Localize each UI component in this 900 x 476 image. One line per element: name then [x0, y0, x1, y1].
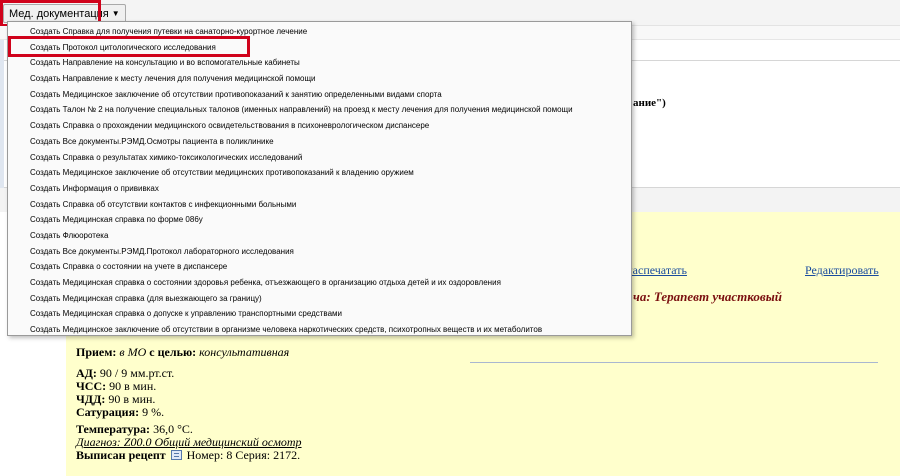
menu-item-narcotics-conclusion[interactable]: Создать Медицинское заключение об отсутс… — [8, 322, 631, 338]
purpose-label: с целью: — [149, 345, 197, 359]
prescription-value: Номер: 8 Серия: 2172. — [186, 448, 301, 462]
menu-item-driving-certificate[interactable]: Создать Медицинская справка о допуске к … — [8, 306, 631, 322]
reception-place: в МО — [119, 345, 147, 359]
rr-value: 90 в мин. — [108, 392, 156, 406]
menu-item-abroad-certificate[interactable]: Создать Медицинская справка (для выезжаю… — [8, 291, 631, 307]
highlight-box-cytology-item — [8, 36, 250, 57]
temperature-value: 36,0 °С. — [153, 422, 193, 436]
purpose-value: консультативная — [199, 345, 290, 359]
prescription-edit-icon[interactable] — [170, 450, 182, 460]
diagnosis-link[interactable]: Диагноз: Z00.0 Общий медицинский осмотр — [76, 435, 302, 449]
med-documentation-dropdown: Создать Справка для получения путевки на… — [7, 21, 632, 336]
edit-link[interactable]: Редактировать — [805, 263, 879, 278]
hr-value: 90 в мин. — [109, 379, 157, 393]
bp-value: 90 / 9 мм.рт.ст. — [99, 366, 175, 380]
print-link[interactable]: Распечатать — [626, 263, 687, 278]
reception-row: Прием: в МО с целью: консультативная — [76, 346, 302, 359]
menu-item-treatment-place-referral[interactable]: Создать Направление к месту лечения для … — [8, 71, 631, 87]
menu-item-child-camp-certificate[interactable]: Создать Медицинская справка о состоянии … — [8, 275, 631, 291]
menu-item-form-086u[interactable]: Создать Медицинская справка по форме 086… — [8, 212, 631, 228]
saturation-row: Сатурация: 9 %. — [76, 406, 302, 419]
menu-item-fluorography[interactable]: Создать Флюоротека — [8, 228, 631, 244]
menu-item-consultation-referral[interactable]: Создать Направление на консультацию и во… — [8, 55, 631, 71]
menu-item-infection-contacts-certificate[interactable]: Создать Справка об отсутствии контактов … — [8, 197, 631, 213]
bp-label: АД: — [76, 366, 97, 380]
upper-panel-text-fragment: ание") — [633, 97, 666, 109]
prescription-row: Выписан рецепт Номер: 8 Серия: 2172. — [76, 449, 302, 462]
menu-item-sports-conclusion[interactable]: Создать Медицинское заключение об отсутс… — [8, 87, 631, 103]
menu-item-psychoneurology-certificate[interactable]: Создать Справка о прохождении медицинско… — [8, 118, 631, 134]
temperature-label: Температура: — [76, 422, 151, 436]
menu-item-toxicology-results[interactable]: Создать Справка о результатах химико-ток… — [8, 150, 631, 166]
menu-item-vaccination-info[interactable]: Создать Информация о прививках — [8, 181, 631, 197]
saturation-label: Сатурация: — [76, 405, 140, 419]
menu-item-dispensary-certificate[interactable]: Создать Справка о состоянии на учете в д… — [8, 259, 631, 275]
saturation-value: 9 %. — [142, 405, 165, 419]
separator-line — [470, 362, 878, 363]
visit-details: Прием: в МО с целью: консультативная АД:… — [76, 346, 302, 462]
menu-item-remd-polyclinic-exams[interactable]: Создать Все документы.РЭМД.Осмотры пацие… — [8, 134, 631, 150]
reception-label: Прием: — [76, 345, 117, 359]
chevron-down-icon: ▼ — [111, 9, 120, 18]
prescription-label: Выписан рецепт — [76, 448, 166, 462]
menu-item-weapon-conclusion[interactable]: Создать Медицинское заключение об отсутс… — [8, 165, 631, 181]
menu-item-remd-lab-protocol[interactable]: Создать Все документы.РЭМД.Протокол лабо… — [8, 244, 631, 260]
rr-label: ЧДД: — [76, 392, 106, 406]
doctor-specialty-fragment: ча: Терапевт участковый — [633, 289, 782, 304]
menu-item-travel-coupon-2[interactable]: Создать Талон № 2 на получение специальн… — [8, 102, 631, 118]
hr-label: ЧСС: — [76, 379, 107, 393]
